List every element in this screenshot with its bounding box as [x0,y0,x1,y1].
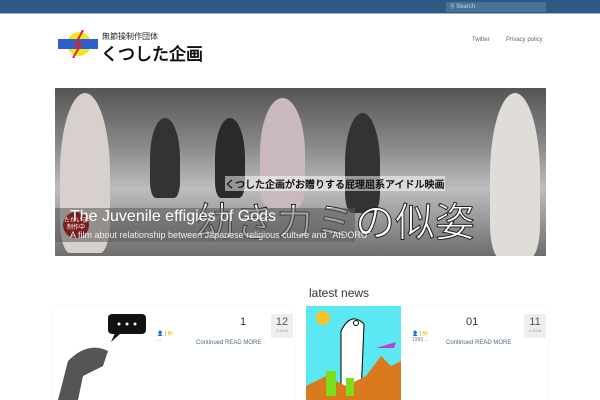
post-meta: 👤 | 📁... [157,331,174,343]
hero-description: A film about relationship between Japane… [70,230,371,240]
post-thumbnail[interactable] [306,306,401,400]
hero-title[interactable]: The Juvenile effigies of Gods [70,208,276,226]
post-card[interactable]: 1 12 3 2016 👤 | 📁... Continued READ MORE [53,306,295,400]
post-card[interactable]: 01 11 4 2016 👤 | 📁 1999 ... Continued READ… [306,306,548,400]
post-title[interactable]: 01 [466,316,478,328]
post-date: 11 4 2016 [524,314,546,338]
search-input[interactable]: ⚲ Search [446,2,546,12]
post-date: 12 3 2016 [271,314,293,338]
top-bar: ⚲ Search [0,0,600,14]
section-heading: latest news [309,286,370,300]
post-thumbnail[interactable] [53,306,148,400]
post-title[interactable]: 1 [240,316,246,328]
site-logo[interactable] [57,30,99,58]
hero-tagline: くつした企画がお贈りする屁理屈系アイドル映画 [225,176,445,191]
read-more-link[interactable]: Continued READ MORE [196,340,261,346]
read-more-link[interactable]: Continued READ MORE [446,340,511,346]
nav-privacy-policy[interactable]: Privacy policy [506,37,543,43]
hero-banner[interactable]: くつした企画がお贈りする屁理屈系アイドル映画 幼きカミの似姿 ただいま制作中 T… [55,88,546,256]
site-title[interactable]: くつした企画 [101,40,203,65]
nav-twitter[interactable]: Twitter [472,37,490,43]
post-meta: 👤 | 📁 1999 ... [412,331,429,343]
